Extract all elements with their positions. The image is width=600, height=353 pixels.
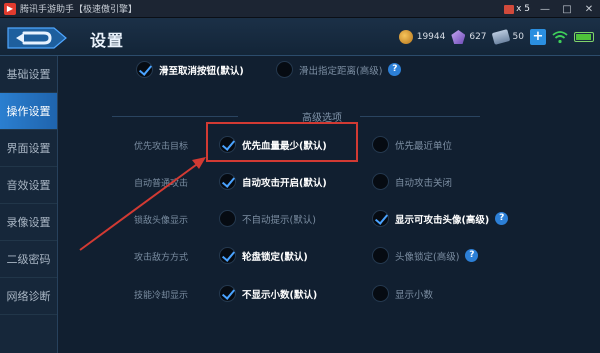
radio-unchecked-icon — [372, 136, 389, 153]
gift-button[interactable]: x 5 — [504, 4, 530, 14]
option-auto-attack-on[interactable]: 自动攻击开启(默认) — [219, 173, 327, 190]
coin-stat: 19944 — [398, 30, 446, 44]
gem-count: 627 — [469, 32, 487, 42]
option-no-decimal[interactable]: 不显示小数(默认) — [219, 285, 317, 302]
sidebar-item-password[interactable]: 二级密码 — [0, 241, 57, 278]
option-auto-attack-off[interactable]: 自动攻击关闭 — [372, 173, 452, 190]
option-label: 优先最近单位 — [395, 140, 453, 152]
settings-sidebar: 基础设置 操作设置 界面设置 音效设置 录像设置 二级密码 网络诊断 — [0, 56, 58, 353]
row-label-cooldown: 技能冷却显示 — [134, 291, 189, 301]
option-label: 自动攻击关闭 — [395, 177, 453, 189]
annotation-highlight-box — [206, 122, 358, 162]
sidebar-item-recording[interactable]: 录像设置 — [0, 204, 57, 241]
option-label: 显示小数 — [395, 289, 434, 301]
title-bar-controls: x 5 — □ ✕ — [504, 0, 596, 18]
option-label: 轮盘锁定(默认) — [242, 251, 308, 263]
ticket-stat: 50 — [491, 29, 524, 45]
radio-checked-icon — [136, 61, 153, 78]
sidebar-item-sound[interactable]: 音效设置 — [0, 167, 57, 204]
resource-bar: 19944 627 50 + — [398, 26, 594, 48]
battery-icon — [574, 32, 594, 42]
help-icon[interactable]: ? — [495, 212, 509, 225]
sidebar-item-controls[interactable]: 操作设置 — [0, 93, 57, 130]
sidebar-item-interface[interactable]: 界面设置 — [0, 130, 57, 167]
option-label: 滑出指定距离(高级) — [299, 65, 383, 77]
radio-checked-icon — [372, 210, 389, 227]
app-logo-icon: ▶ — [4, 2, 16, 15]
radio-unchecked-icon — [372, 247, 389, 264]
sidebar-item-network[interactable]: 网络诊断 — [0, 278, 57, 315]
option-label: 自动攻击开启(默认) — [242, 177, 327, 189]
coin-count: 19944 — [416, 32, 446, 42]
radio-unchecked-icon — [372, 285, 389, 302]
option-wheel-lock[interactable]: 轮盘锁定(默认) — [219, 247, 308, 264]
row-label-attack-target: 优先攻击目标 — [134, 142, 189, 152]
page-title: 设置 — [90, 31, 125, 50]
radio-unchecked-icon — [276, 61, 293, 78]
back-button[interactable] — [6, 24, 68, 52]
add-currency-button[interactable]: + — [530, 29, 546, 45]
radio-unchecked-icon — [372, 173, 389, 190]
gift-icon — [504, 4, 515, 14]
help-icon[interactable]: ? — [465, 249, 479, 262]
wifi-icon — [552, 31, 568, 44]
close-button[interactable]: ✕ — [582, 2, 596, 16]
option-slide-cancel[interactable]: 滑至取消按钮(默认) — [136, 61, 244, 78]
divider — [360, 116, 480, 117]
settings-header: 设置 19944 627 50 + — [0, 18, 600, 56]
divider — [112, 116, 238, 117]
radio-checked-icon — [219, 247, 236, 264]
minimize-button[interactable]: — — [538, 2, 552, 16]
radio-checked-icon — [219, 173, 236, 190]
help-icon[interactable]: ? — [388, 63, 402, 76]
app-window: ▶ 腾讯手游助手【极速傲引擎】 x 5 — □ ✕ 设置 19944 627 5… — [0, 0, 600, 353]
option-show-decimal[interactable]: 显示小数 — [372, 285, 433, 302]
option-label: 不显示小数(默认) — [242, 289, 318, 301]
option-label: 头像锁定(高级) — [395, 251, 460, 263]
coin-icon — [398, 30, 413, 44]
settings-content — [58, 56, 600, 353]
gift-count: x 5 — [516, 4, 530, 14]
row-label-attack-mode: 攻击敌方方式 — [134, 253, 189, 263]
option-label: 不自动提示(默认) — [242, 214, 316, 226]
maximize-button[interactable]: □ — [560, 2, 574, 16]
ticket-count: 50 — [512, 32, 524, 42]
back-arrow-icon — [7, 27, 67, 49]
radio-checked-icon — [219, 285, 236, 302]
ticket-icon — [491, 29, 510, 45]
gem-icon — [451, 30, 466, 44]
option-avatar-lock[interactable]: 头像锁定(高级) ? — [372, 247, 479, 264]
option-nearest-unit[interactable]: 优先最近单位 — [372, 136, 452, 153]
title-bar: ▶ 腾讯手游助手【极速傲引擎】 x 5 — □ ✕ — [0, 0, 600, 18]
radio-unchecked-icon — [219, 210, 236, 227]
sidebar-item-basic[interactable]: 基础设置 — [0, 56, 57, 93]
option-no-auto-hint[interactable]: 不自动提示(默认) — [219, 210, 316, 227]
gem-stat: 627 — [451, 30, 487, 44]
window-title: 腾讯手游助手【极速傲引擎】 — [20, 5, 138, 15]
option-label: 滑至取消按钮(默认) — [159, 65, 244, 77]
row-label-auto-attack: 自动普通攻击 — [134, 179, 189, 189]
option-show-attack-avatar[interactable]: 显示可攻击头像(高级) ? — [372, 210, 509, 227]
option-label: 显示可攻击头像(高级) — [395, 214, 490, 226]
row-label-lock-avatar: 锁敌头像显示 — [134, 216, 189, 226]
option-slide-distance[interactable]: 滑出指定距离(高级) ? — [276, 61, 402, 78]
